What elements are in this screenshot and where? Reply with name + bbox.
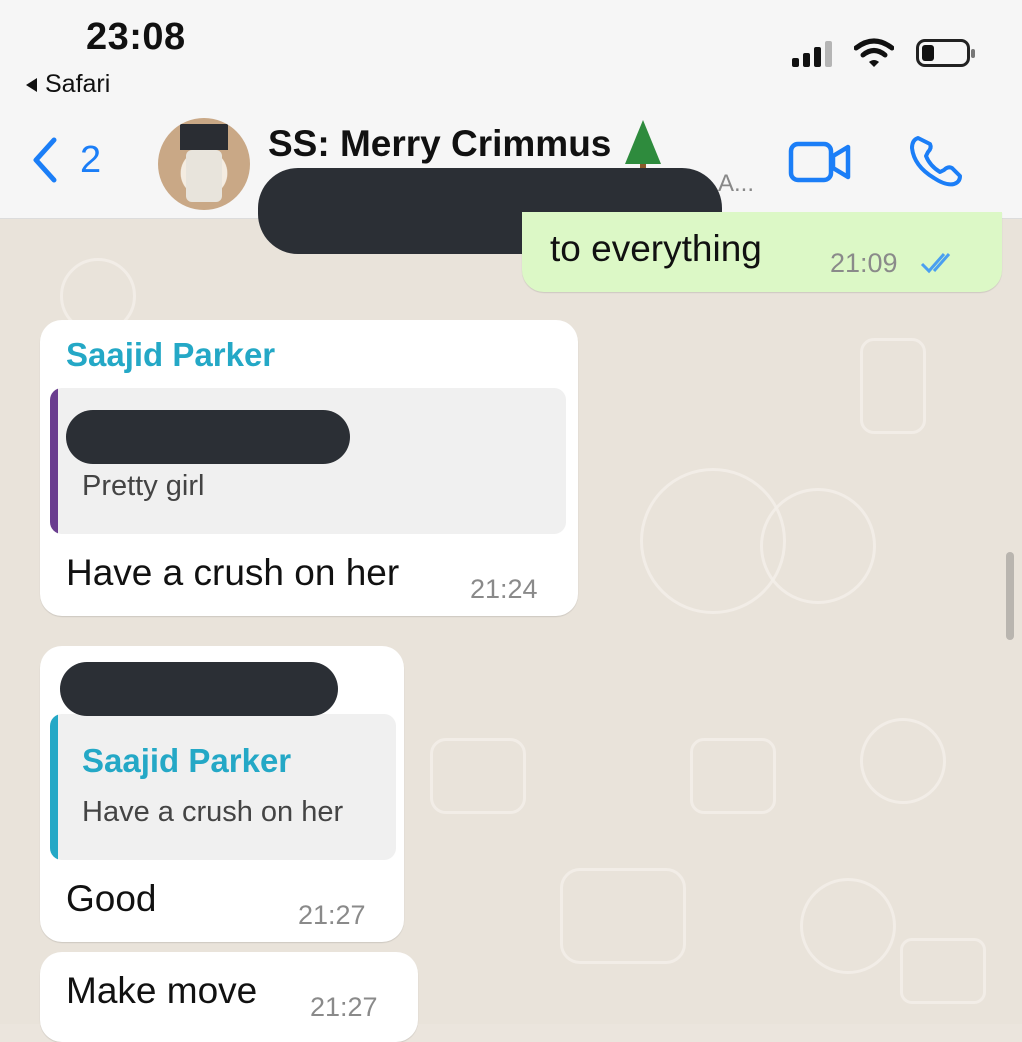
status-time: 23:08: [86, 16, 186, 58]
incoming-message-bubble[interactable]: Make move 21:27: [40, 952, 418, 1042]
back-button[interactable]: 2: [30, 136, 101, 184]
message-text: Good: [66, 878, 157, 919]
message-text: Have a crush on her: [66, 552, 400, 593]
quote-accent-bar: [50, 714, 58, 860]
unread-count: 2: [80, 138, 102, 181]
phone-call-icon[interactable]: [906, 132, 968, 190]
back-triangle-icon: [26, 77, 37, 92]
message-time: 21:27: [310, 992, 378, 1022]
message-text: Make move: [66, 970, 258, 1011]
redaction-bar: [66, 410, 350, 464]
battery-icon: [916, 39, 975, 67]
quote-accent-bar: [50, 388, 58, 534]
message-time: 21:27: [298, 900, 366, 930]
chevron-left-icon: [33, 137, 57, 183]
cellular-signal-icon: [792, 39, 832, 67]
message-time: 21:09: [830, 248, 898, 278]
redaction-bar: [60, 662, 338, 716]
chat-title-text: SS: Merry Crimmus: [268, 123, 612, 164]
incoming-message-bubble[interactable]: Saajid Parker Pretty girl Have a crush o…: [40, 320, 578, 616]
sender-name: Saajid Parker: [66, 336, 276, 373]
status-icons: [792, 38, 975, 68]
quoted-message[interactable]: Saajid Parker Have a crush on her: [50, 714, 396, 860]
back-app-label: Safari: [45, 70, 111, 98]
quoted-sender-name: Saajid Parker: [82, 742, 292, 779]
scrollbar[interactable]: [1006, 552, 1014, 640]
wifi-icon: [854, 38, 894, 67]
message-text: to everything: [550, 228, 762, 269]
chat-title[interactable]: SS: Merry Crimmus: [268, 120, 662, 172]
quoted-text: Have a crush on her: [82, 796, 344, 828]
video-call-icon[interactable]: [788, 140, 852, 184]
christmas-tree-icon: [625, 120, 662, 172]
back-to-app-link[interactable]: Safari: [26, 70, 110, 99]
message-time: 21:24: [470, 574, 538, 604]
double-check-read-icon: [920, 253, 951, 274]
outgoing-message-bubble[interactable]: to everything 21:09: [522, 212, 1002, 292]
quoted-text: Pretty girl: [82, 470, 205, 502]
chat-subtitle: A...: [718, 170, 755, 197]
group-avatar[interactable]: [158, 118, 250, 210]
